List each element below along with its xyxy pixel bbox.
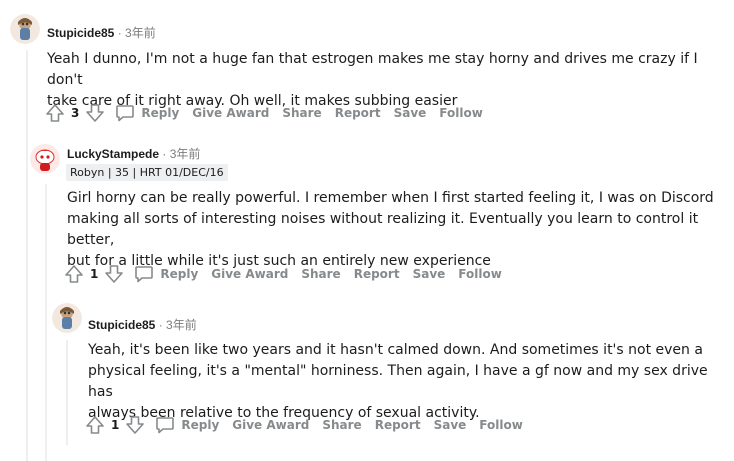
give-award-button[interactable]: Give Award: [232, 418, 309, 432]
reply-button[interactable]: Reply: [155, 416, 219, 434]
reply-label: Reply: [181, 418, 220, 432]
comment-line: Yeah, it's been like two years and it ha…: [88, 342, 703, 358]
comment-bubble-icon: [156, 417, 175, 434]
downvote-button[interactable]: [125, 415, 145, 435]
vote-count: 1: [111, 418, 120, 432]
follow-button[interactable]: Follow: [479, 418, 523, 432]
snoo-avatar-icon: [52, 303, 82, 333]
author-name[interactable]: Stupicide85: [88, 318, 155, 332]
comment-meta: Stupicide85 · 3年前: [88, 316, 197, 333]
save-button[interactable]: Save: [434, 418, 467, 432]
share-button[interactable]: Share: [322, 418, 361, 432]
comment: Stupicide85 · 3年前 Yeah, it's been like t…: [0, 0, 734, 461]
comment-actions: 1 Reply Give Award Share Report Save Fol…: [85, 413, 536, 437]
meta-separator: ·: [158, 318, 163, 332]
comment-body: Yeah, it's been like two years and it ha…: [88, 340, 734, 424]
upvote-button[interactable]: [85, 415, 105, 435]
report-button[interactable]: Report: [375, 418, 421, 432]
downvote-arrow-icon: [126, 416, 145, 434]
upvote-arrow-icon: [86, 416, 104, 434]
avatar[interactable]: [52, 303, 82, 333]
timestamp[interactable]: 3年前: [166, 318, 197, 332]
comment-line: physical feeling, it's a "mental" hornin…: [88, 363, 708, 400]
